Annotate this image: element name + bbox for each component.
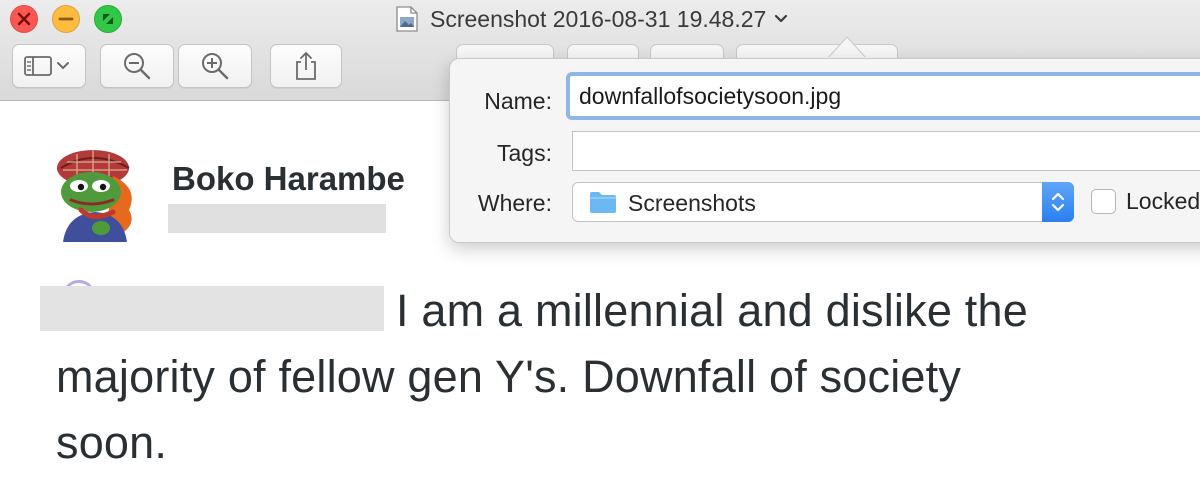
zoom-in-button[interactable]: [178, 44, 252, 88]
image-document-icon: [396, 6, 418, 32]
fullscreen-icon: [103, 14, 113, 24]
tweet-text-line: I am a millennial and dislike the: [396, 285, 1028, 336]
zoom-out-icon: [124, 53, 151, 80]
close-button[interactable]: [10, 5, 38, 33]
tweet-text-line: majority of fellow gen Y's. Downfall of …: [56, 351, 962, 402]
name-field[interactable]: [566, 72, 1200, 120]
sidebar-toggle-icon: [24, 56, 69, 76]
zoom-out-button[interactable]: [100, 44, 174, 88]
share-button[interactable]: [270, 44, 342, 88]
display-name[interactable]: Boko Harambe: [172, 160, 405, 198]
frog-avatar-icon: [57, 148, 135, 242]
where-value: Screenshots: [628, 190, 756, 216]
window-title-area[interactable]: Screenshot 2016-08-31 19.48.27: [396, 2, 788, 36]
folder-icon: [590, 192, 616, 213]
share-icon: [296, 51, 316, 80]
locked-checkbox[interactable]: [1091, 189, 1116, 214]
tweet-text-line: soon.: [56, 417, 168, 468]
minimize-button[interactable]: [52, 5, 80, 33]
tags-label: Tags:: [497, 140, 552, 166]
where-select[interactable]: Screenshots: [572, 182, 1074, 222]
where-label: Where:: [477, 190, 552, 216]
avatar[interactable]: [57, 148, 135, 242]
up-down-chevron-icon: [1051, 192, 1065, 212]
zoom-in-icon: [202, 53, 229, 80]
chevron-down-icon[interactable]: [774, 14, 788, 24]
window-title: Screenshot 2016-08-31 19.48.27: [430, 5, 767, 32]
fullscreen-button[interactable]: [94, 5, 122, 33]
handle-redaction: [168, 204, 386, 233]
where-stepper[interactable]: [1042, 182, 1074, 222]
minimize-icon: [58, 17, 74, 21]
sidebar-toggle-button[interactable]: [12, 44, 86, 88]
tags-field[interactable]: [572, 131, 1200, 171]
locked-label[interactable]: Locked: [1126, 188, 1200, 215]
popover-arrow: [827, 36, 867, 59]
tweet-text: I am a millennial and dislike the majori…: [56, 278, 1136, 476]
close-icon: [17, 12, 31, 26]
name-label: Name:: [484, 88, 552, 114]
